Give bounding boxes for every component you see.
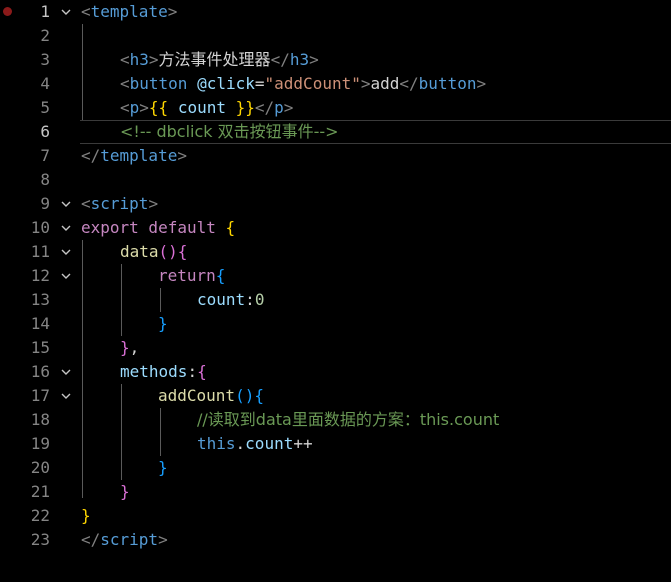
chevron-down-icon[interactable] [60, 270, 72, 282]
code-text: count:0 [197, 290, 265, 309]
code-line[interactable]: 13 count:0 [0, 288, 671, 312]
line-number: 9 [40, 194, 50, 213]
code-text: addCount(){ [158, 386, 264, 405]
code-line[interactable]: 12 return{ [0, 264, 671, 288]
code-text: return{ [158, 266, 226, 285]
code-text: <h3>方法事件处理器</h3> [120, 50, 319, 69]
code-line[interactable]: 1 <template> [0, 0, 671, 24]
code-text: //读取到data里面数据的方案：this.count [197, 410, 500, 429]
chevron-down-icon[interactable] [60, 198, 72, 210]
code-text: </template> [81, 146, 187, 165]
code-line[interactable]: 17 addCount(){ [0, 384, 671, 408]
line-number: 11 [30, 242, 50, 261]
code-text: <script> [81, 194, 159, 213]
code-text: methods:{ [120, 362, 207, 381]
code-text: data(){ [120, 242, 188, 261]
line-number: 6 [40, 122, 50, 141]
line-number: 10 [30, 218, 50, 237]
line-number: 14 [30, 314, 50, 333]
code-line[interactable]: 15 }, [0, 336, 671, 360]
code-text: this.count++ [197, 434, 313, 453]
code-line[interactable]: 19 this.count++ [0, 432, 671, 456]
code-text: export default { [81, 218, 236, 237]
code-text: <!-- dbclick 双击按钮事件--> [120, 122, 339, 141]
line-number: 1 [40, 2, 50, 21]
code-line[interactable]: 16 methods:{ [0, 360, 671, 384]
code-line[interactable]: 7 </template> [0, 144, 671, 168]
code-line[interactable]: 2 [0, 24, 671, 48]
chevron-down-icon[interactable] [60, 366, 72, 378]
code-line[interactable]: 3 <h3>方法事件处理器</h3> [0, 48, 671, 72]
line-number: 20 [30, 458, 50, 477]
chevron-down-icon[interactable] [60, 246, 72, 258]
line-number: 8 [40, 170, 50, 189]
breakpoint-icon[interactable] [3, 7, 12, 16]
code-line[interactable]: 11 data(){ [0, 240, 671, 264]
code-line[interactable]: 10 export default { [0, 216, 671, 240]
line-number: 19 [30, 434, 50, 453]
code-line[interactable]: 5 <p>{{ count }}</p> [0, 96, 671, 120]
code-line[interactable]: 22 } [0, 504, 671, 528]
code-line[interactable]: 8 [0, 168, 671, 192]
line-number: 12 [30, 266, 50, 285]
chevron-down-icon[interactable] [60, 6, 72, 18]
line-number: 16 [30, 362, 50, 381]
line-number: 13 [30, 290, 50, 309]
code-text: </script> [81, 530, 168, 549]
code-editor[interactable]: 1 <template> 2 3 <h3>方法事件处理器</h3> 4 <but… [0, 0, 671, 582]
line-number: 4 [40, 74, 50, 93]
line-number: 3 [40, 50, 50, 69]
code-line[interactable]: 23 </script> [0, 528, 671, 552]
code-line[interactable]: 4 <button @click="addCount">add</button> [0, 72, 671, 96]
chevron-down-icon[interactable] [60, 390, 72, 402]
line-number: 22 [30, 506, 50, 525]
code-text: } [158, 314, 168, 333]
code-text: } [158, 458, 168, 477]
line-number: 15 [30, 338, 50, 357]
line-number: 18 [30, 410, 50, 429]
line-number: 23 [30, 530, 50, 549]
code-line-active[interactable]: 6 <!-- dbclick 双击按钮事件--> [0, 120, 671, 144]
chevron-down-icon[interactable] [60, 222, 72, 234]
code-text: } [81, 506, 91, 525]
line-number: 5 [40, 98, 50, 117]
code-line[interactable]: 20 } [0, 456, 671, 480]
code-text: <p>{{ count }}</p> [120, 98, 294, 117]
code-text: <button @click="addCount">add</button> [120, 74, 487, 93]
code-line[interactable]: 14 } [0, 312, 671, 336]
code-line[interactable]: 18 //读取到data里面数据的方案：this.count [0, 408, 671, 432]
code-text: } [120, 482, 130, 501]
code-text: }, [120, 338, 140, 357]
line-number: 21 [30, 482, 50, 501]
code-text: <template> [81, 2, 178, 21]
line-number: 17 [30, 386, 50, 405]
line-number: 2 [40, 26, 50, 45]
code-line[interactable]: 21 } [0, 480, 671, 504]
line-number: 7 [40, 146, 50, 165]
code-line[interactable]: 9 <script> [0, 192, 671, 216]
